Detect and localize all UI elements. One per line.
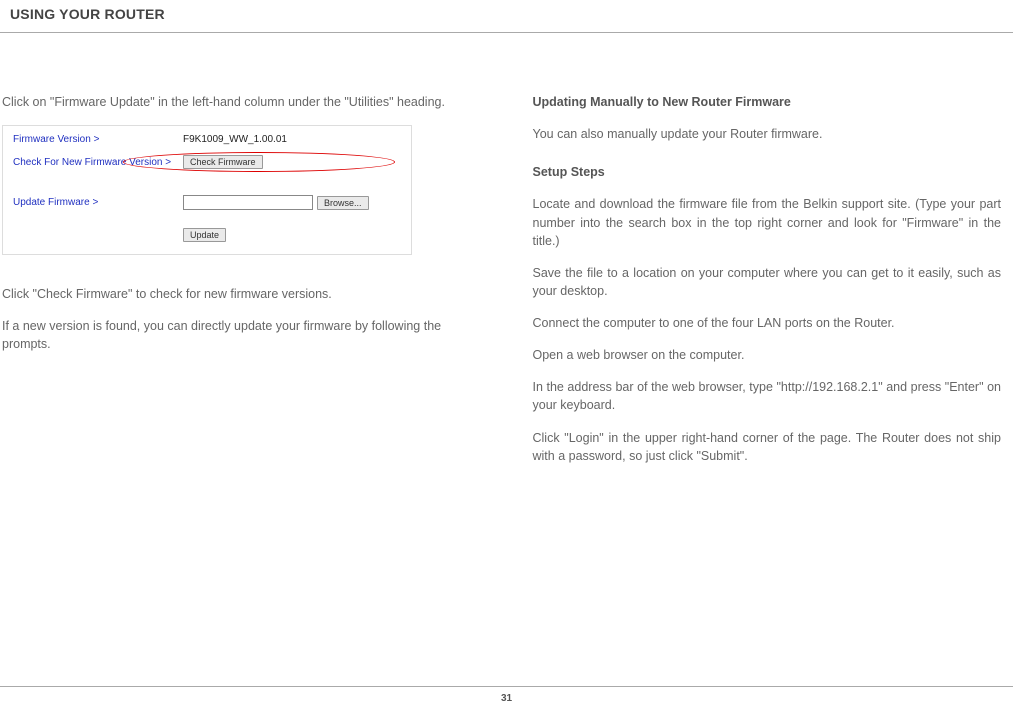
- update-button-row: Update: [13, 228, 403, 242]
- check-firmware-text: Click "Check Firmware" to check for new …: [2, 285, 453, 303]
- right-column: Updating Manually to New Router Firmware…: [503, 93, 1006, 479]
- page-number: 31: [0, 693, 1013, 704]
- step-connect: Connect the computer to one of the four …: [533, 314, 1002, 332]
- footer-rule: [0, 686, 1013, 687]
- check-firmware-row: Check For New Firmware Version > Check F…: [13, 155, 403, 169]
- step-address: In the address bar of the web browser, t…: [533, 378, 1002, 414]
- setup-steps-heading: Setup Steps: [533, 163, 1002, 181]
- manual-update-heading: Updating Manually to New Router Firmware: [533, 93, 1002, 111]
- page-footer: 31: [0, 682, 1013, 704]
- update-firmware-label: Update Firmware >: [13, 197, 183, 208]
- manual-update-intro: You can also manually update your Router…: [533, 125, 1002, 143]
- left-column: Click on "Firmware Update" in the left-h…: [0, 93, 503, 479]
- update-firmware-row: Update Firmware > Browse...: [13, 195, 403, 210]
- left-intro-text: Click on "Firmware Update" in the left-h…: [2, 93, 453, 111]
- update-button[interactable]: Update: [183, 228, 226, 242]
- firmware-panel: Firmware Version > F9K1009_WW_1.00.01 Ch…: [2, 125, 412, 255]
- step-browser: Open a web browser on the computer.: [533, 346, 1002, 364]
- firmware-version-value: F9K1009_WW_1.00.01: [183, 134, 287, 145]
- content-area: Click on "Firmware Update" in the left-h…: [0, 33, 1013, 479]
- step-locate: Locate and download the firmware file fr…: [533, 195, 1002, 249]
- new-version-text: If a new version is found, you can direc…: [2, 317, 453, 353]
- step-save: Save the file to a location on your comp…: [533, 264, 1002, 300]
- check-firmware-label: Check For New Firmware Version >: [13, 157, 183, 168]
- browse-button[interactable]: Browse...: [317, 196, 369, 210]
- firmware-file-input[interactable]: [183, 195, 313, 210]
- page-header: USING YOUR ROUTER: [0, 0, 1013, 28]
- step-login: Click "Login" in the upper right-hand co…: [533, 429, 1002, 465]
- firmware-version-row: Firmware Version > F9K1009_WW_1.00.01: [13, 134, 403, 145]
- check-firmware-button[interactable]: Check Firmware: [183, 155, 263, 169]
- header-title: USING YOUR ROUTER: [10, 6, 165, 22]
- firmware-version-label: Firmware Version >: [13, 134, 183, 145]
